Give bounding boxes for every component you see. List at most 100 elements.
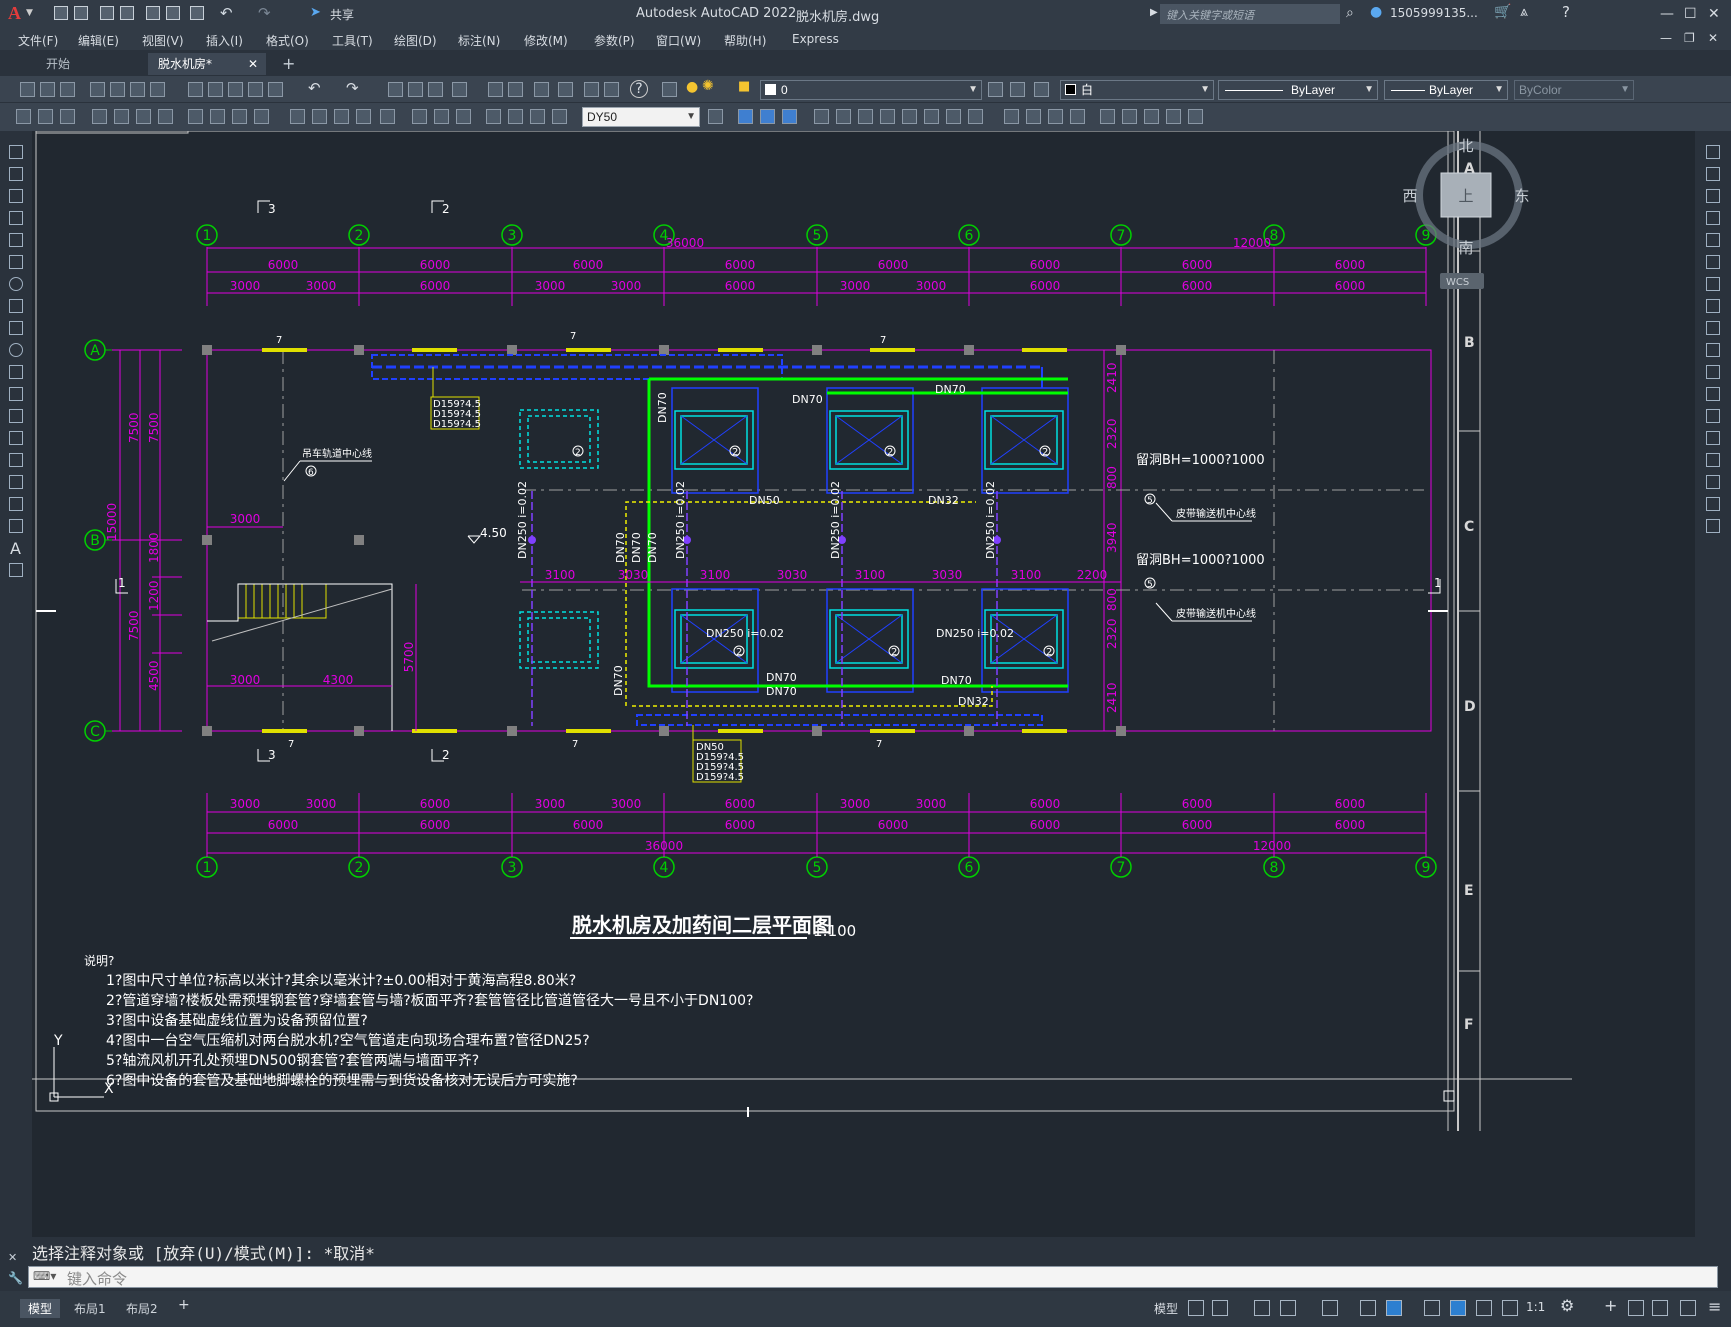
- render-icon[interactable]: [1004, 109, 1019, 124]
- dim-baseline-icon[interactable]: [232, 109, 247, 124]
- undo-tb-icon[interactable]: ↶: [308, 79, 321, 97]
- layer-dropdown[interactable]: 0 ▼: [760, 80, 982, 100]
- menu-insert[interactable]: 插入(I): [206, 32, 243, 49]
- add-plus-icon[interactable]: +: [1604, 1296, 1617, 1315]
- share-icon[interactable]: ➤: [310, 5, 321, 20]
- design-center-icon[interactable]: [508, 82, 523, 97]
- walk-icon[interactable]: [1166, 109, 1181, 124]
- 3d-sphere-icon[interactable]: [782, 109, 797, 124]
- lineweight-dropdown[interactable]: ByLayer ▼: [1384, 80, 1508, 100]
- dim-aligned-icon[interactable]: [38, 109, 53, 124]
- tool-palette-icon[interactable]: [534, 82, 549, 97]
- trim-object-icon[interactable]: [1706, 343, 1720, 357]
- scale-icon[interactable]: [858, 109, 873, 124]
- menu-help[interactable]: 帮助(H): [724, 32, 766, 49]
- dimstyle-dropdown[interactable]: DY50 ▼: [582, 107, 700, 127]
- command-prompt-icon[interactable]: ⌨▾: [33, 1269, 56, 1283]
- make-block-icon[interactable]: [9, 409, 23, 423]
- undo-icon[interactable]: ↶: [220, 4, 233, 22]
- insert-block-icon[interactable]: [9, 387, 23, 401]
- construction-line-icon[interactable]: [9, 167, 23, 181]
- dim-linear-icon[interactable]: [16, 109, 31, 124]
- menu-format[interactable]: 格式(O): [266, 32, 309, 49]
- dim-space-icon[interactable]: [290, 109, 305, 124]
- rectangle-icon[interactable]: [9, 233, 23, 247]
- offset-icon[interactable]: [924, 109, 939, 124]
- zoom-previous-icon[interactable]: [452, 82, 467, 97]
- save-icon[interactable]: [100, 6, 114, 20]
- menu-draw[interactable]: 绘图(D): [394, 32, 437, 49]
- viewcube-top-label[interactable]: 上: [1458, 187, 1473, 205]
- mirror-icon[interactable]: [880, 109, 895, 124]
- redo-icon[interactable]: ↷: [258, 4, 271, 22]
- center-mark-icon[interactable]: [356, 109, 371, 124]
- 3d-print-icon[interactable]: [150, 82, 165, 97]
- menu-window[interactable]: 窗口(W): [656, 32, 701, 49]
- ellipse-icon[interactable]: [9, 343, 23, 357]
- ellipse-arc-icon[interactable]: [9, 365, 23, 379]
- user-name[interactable]: 1505999135...: [1390, 6, 1478, 20]
- close-button[interactable]: ✕: [1708, 6, 1720, 22]
- dim-reassoc-icon[interactable]: [552, 109, 567, 124]
- publish-tb-icon[interactable]: [130, 82, 145, 97]
- stretch-icon[interactable]: [1706, 321, 1720, 335]
- zoom-window-icon[interactable]: [428, 82, 443, 97]
- redo-tb-icon[interactable]: ↷: [346, 79, 359, 97]
- dim-angular-icon[interactable]: [188, 109, 203, 124]
- break-icon[interactable]: [1706, 409, 1720, 423]
- linetype-dropdown[interactable]: ByLayer ▼: [1218, 80, 1378, 100]
- table-icon[interactable]: [9, 519, 23, 533]
- circle-icon[interactable]: [9, 277, 23, 291]
- line-icon[interactable]: [9, 145, 23, 159]
- block-editor-icon[interactable]: [268, 82, 283, 97]
- extend-object-icon[interactable]: [1706, 365, 1720, 379]
- wcs-label[interactable]: WCS: [1446, 277, 1469, 288]
- ortho-icon[interactable]: [1254, 1300, 1270, 1316]
- mtext-icon[interactable]: A: [10, 539, 21, 558]
- array-icon[interactable]: [902, 109, 917, 124]
- matchprop-icon[interactable]: [248, 82, 263, 97]
- command-input[interactable]: ⌨▾ 键入命令: [28, 1266, 1718, 1288]
- search-input[interactable]: 键入关键字或短语: [1166, 7, 1254, 23]
- join-icon[interactable]: [1706, 431, 1720, 445]
- explode-icon[interactable]: [1706, 519, 1720, 533]
- dim-edit-icon[interactable]: [434, 109, 449, 124]
- point-icon[interactable]: [9, 431, 23, 445]
- annotation-scale[interactable]: 1:1: [1526, 1300, 1545, 1314]
- osnap-tracking-icon[interactable]: [1360, 1300, 1376, 1316]
- copy-object-icon[interactable]: [1706, 167, 1720, 181]
- scale-object-icon[interactable]: [1706, 299, 1720, 313]
- viewcube-south[interactable]: 南: [1458, 239, 1473, 257]
- quickcalc-icon[interactable]: [604, 82, 619, 97]
- named-views-icon[interactable]: [1144, 109, 1159, 124]
- search-icon[interactable]: ⌕: [1346, 5, 1354, 21]
- save-web-icon[interactable]: [166, 6, 180, 20]
- offset-object-icon[interactable]: [1706, 211, 1720, 225]
- tab-model[interactable]: 模型: [20, 1299, 61, 1318]
- dim-radius-icon[interactable]: [114, 109, 129, 124]
- print-tb-icon[interactable]: [90, 82, 105, 97]
- open-web-icon[interactable]: [146, 6, 160, 20]
- dim-update-icon[interactable]: [486, 109, 501, 124]
- fillet-icon[interactable]: [1706, 475, 1720, 489]
- erase-icon[interactable]: [1706, 145, 1720, 159]
- spline-icon[interactable]: [9, 321, 23, 335]
- user-icon[interactable]: ●: [1370, 4, 1382, 20]
- viewcube-west[interactable]: 西: [1402, 187, 1417, 205]
- move-icon[interactable]: [814, 109, 829, 124]
- customize-menu-icon[interactable]: ≡: [1708, 1297, 1721, 1316]
- menu-parametric[interactable]: 参数(P): [594, 32, 635, 49]
- command-wrench-icon[interactable]: 🔧: [8, 1271, 23, 1285]
- lineweight-icon[interactable]: [1424, 1300, 1440, 1316]
- help-icon[interactable]: ?: [1562, 3, 1570, 21]
- dimstyle-manager-icon[interactable]: [708, 109, 723, 124]
- region-icon[interactable]: [9, 497, 23, 511]
- grid-icon[interactable]: [1188, 1300, 1204, 1316]
- properties-icon[interactable]: [488, 82, 503, 97]
- fly-icon[interactable]: [1188, 109, 1203, 124]
- doc-restore-button[interactable]: ❐: [1684, 31, 1695, 45]
- sheetset-icon[interactable]: [558, 82, 573, 97]
- paste-icon[interactable]: [228, 82, 243, 97]
- dim-continue-icon[interactable]: [254, 109, 269, 124]
- pan-icon[interactable]: [388, 82, 403, 97]
